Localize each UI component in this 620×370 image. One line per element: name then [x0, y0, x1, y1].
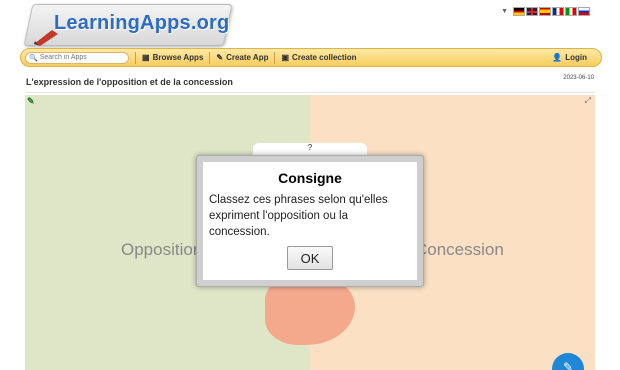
- main-navbar: 🔍 ▦ Browse Apps ✎ Create App ▣ Create co…: [20, 48, 602, 67]
- collection-icon: ▣: [281, 53, 290, 62]
- help-icon[interactable]: ✎: [27, 96, 38, 107]
- dialog-body: Consigne Classez ces phrases selon qu'el…: [203, 162, 417, 280]
- nav-divider: [274, 51, 276, 64]
- browse-apps-label: Browse Apps: [152, 53, 204, 62]
- nav-divider: [209, 51, 211, 64]
- fullscreen-icon[interactable]: ⤢: [585, 96, 591, 106]
- dropdown-arrow-icon[interactable]: ▼: [501, 8, 508, 15]
- flag-fr-icon[interactable]: [552, 7, 564, 16]
- search-icon: 🔍: [29, 54, 38, 62]
- zone-label-concession: Concession: [415, 240, 504, 259]
- flag-de-icon[interactable]: [513, 7, 525, 16]
- instructions-tab-label: ?: [307, 143, 313, 152]
- search-box: 🔍: [25, 51, 129, 64]
- divider: [25, 92, 595, 93]
- flag-en-icon[interactable]: [526, 7, 538, 16]
- logo-text: LearningApps.org: [54, 12, 230, 34]
- dialog-text: Classez ces phrases selon qu'elles expri…: [209, 194, 388, 238]
- instructions-dialog: Consigne Classez ces phrases selon qu'el…: [196, 155, 424, 287]
- logo[interactable]: LearningApps.org: [22, 2, 233, 50]
- app-date: 2023-06-10: [563, 75, 594, 81]
- page: LearningApps.org ▼ 🔍 ▦ Browse Apps ✎ Cre…: [0, 0, 620, 370]
- create-app-link[interactable]: ✎ Create App: [216, 53, 268, 62]
- zone-label-opposition: Opposition: [121, 240, 203, 259]
- user-icon: 👤: [552, 53, 563, 62]
- create-app-label: Create App: [226, 53, 269, 62]
- language-selector: ▼: [501, 7, 590, 16]
- page-title: L'expression de l'opposition et de la co…: [26, 77, 233, 87]
- nav-divider: [135, 51, 136, 64]
- grid-icon: ▦: [142, 53, 150, 62]
- search-input[interactable]: [39, 54, 126, 61]
- browse-apps-link[interactable]: ▦ Browse Apps: [142, 53, 203, 62]
- pencil-icon: ✎: [216, 53, 224, 62]
- create-collection-label: Create collection: [292, 53, 357, 62]
- flag-ru-icon[interactable]: [578, 7, 590, 16]
- flag-it-icon[interactable]: [565, 7, 577, 16]
- login-label: Login: [565, 53, 587, 62]
- dialog-title: Consigne: [278, 170, 342, 186]
- login-link[interactable]: 👤 Login: [552, 53, 587, 62]
- flag-es-icon[interactable]: [539, 7, 551, 16]
- ok-button[interactable]: OK: [287, 246, 333, 270]
- create-collection-link[interactable]: ▣ Create collection: [281, 53, 356, 62]
- edit-icon: ✎: [562, 360, 574, 370]
